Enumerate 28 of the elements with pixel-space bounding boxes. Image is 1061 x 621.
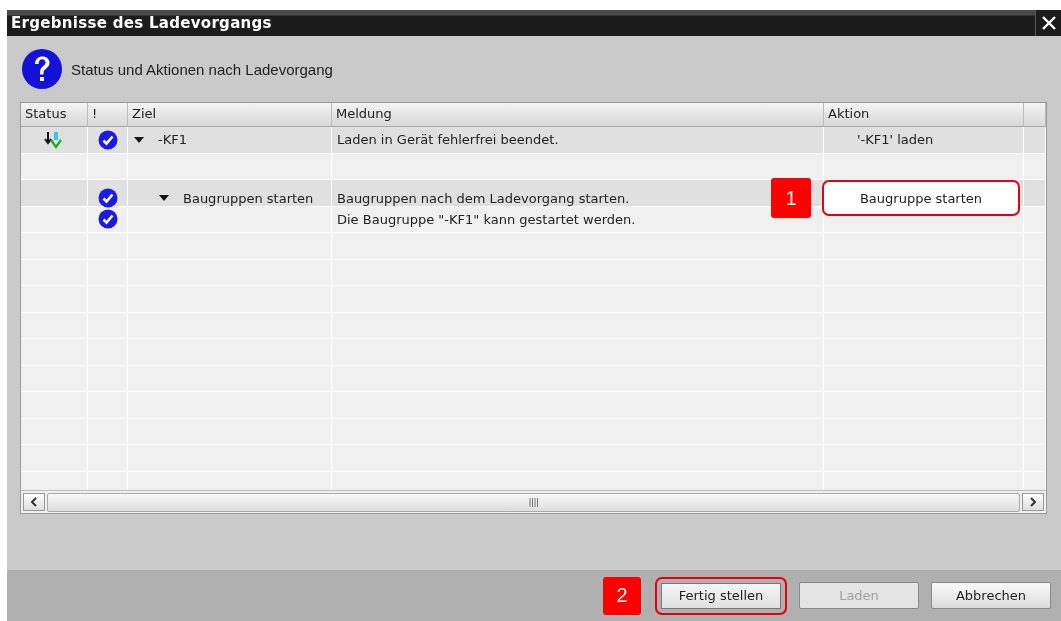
close-button[interactable] (1035, 10, 1061, 36)
close-icon (1040, 15, 1057, 31)
download-arrows-icon (44, 129, 64, 150)
question-icon (21, 48, 63, 90)
callout-badge: 2 (603, 576, 641, 615)
callout-badge: 1 (771, 178, 811, 218)
target-text: -KF1 (158, 132, 187, 148)
column-header[interactable]: Status (21, 103, 88, 126)
message-text: Die Baugruppe "-KF1" kann gestartet werden. (337, 211, 636, 227)
message-text: Laden in Gerät fehlerfrei beendet. (337, 132, 559, 148)
checkmark-icon (97, 209, 118, 230)
column-header[interactable]: Meldung (332, 103, 824, 126)
scroll-right-button[interactable] (1022, 493, 1044, 511)
expand-triangle-icon[interactable] (159, 195, 169, 201)
window-title: Ergebnisse des Ladevorgangs (10, 14, 272, 32)
target-text: Baugruppen starten (183, 190, 314, 206)
column-header[interactable]: Ziel (128, 103, 332, 126)
action-button[interactable]: Baugruppe starten (822, 180, 1020, 216)
dialog-button[interactable]: Abbrechen (931, 582, 1051, 609)
grip-icon (529, 497, 538, 507)
column-header[interactable]: Aktion (824, 103, 1024, 126)
column-header[interactable]: ! (88, 103, 128, 126)
message-text: Baugruppen nach dem Ladevorgang starten. (337, 190, 630, 206)
header-text: Status und Aktionen nach Ladevorgang (71, 60, 333, 78)
expand-triangle-icon[interactable] (134, 136, 144, 143)
action-text: '-KF1' laden (857, 132, 934, 148)
scroll-left-button[interactable] (23, 493, 45, 511)
dialog-button[interactable]: Fertig stellen (655, 576, 787, 615)
